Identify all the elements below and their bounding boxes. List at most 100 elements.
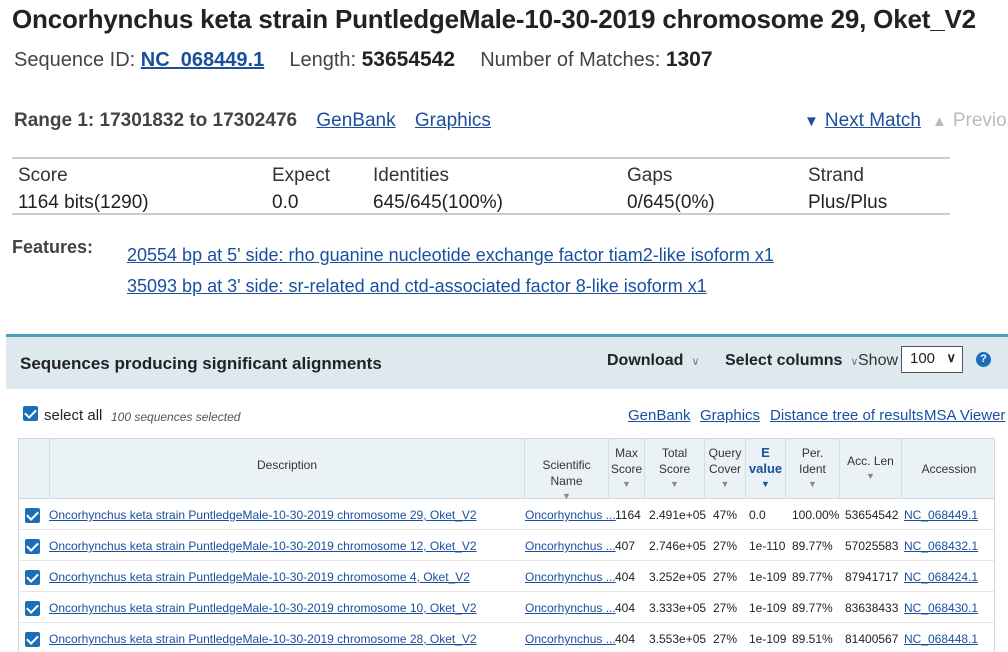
download-menu[interactable]: Download ∨ bbox=[607, 352, 700, 370]
table-row: Oncorhynchus keta strain PuntledgeMale-1… bbox=[19, 530, 994, 561]
col-max-score[interactable]: Max Score ▼ bbox=[608, 439, 644, 499]
query-cover: 27% bbox=[713, 601, 738, 615]
total-score: 3.333e+05 bbox=[649, 601, 707, 615]
triangle-up-icon: ▲ bbox=[932, 113, 947, 130]
range-label: Range 1: 17301832 to 17302476 bbox=[14, 110, 298, 131]
alignments-panel: Sequences producing significant alignmen… bbox=[6, 334, 1008, 652]
acc-len: 87941717 bbox=[845, 570, 899, 584]
sequence-info: Sequence ID: NC_068449.1 Length: 5365454… bbox=[14, 48, 713, 72]
acc-len: 57025583 bbox=[845, 539, 899, 553]
table-row: Oncorhynchus keta strain PuntledgeMale-1… bbox=[19, 592, 994, 623]
acc-len: 53654542 bbox=[845, 508, 899, 522]
description-link[interactable]: Oncorhynchus keta strain PuntledgeMale-1… bbox=[49, 632, 477, 646]
chevron-down-icon: ∨ bbox=[946, 350, 956, 365]
accession-link[interactable]: NC_068449.1 bbox=[904, 508, 978, 522]
matches-value: 1307 bbox=[665, 48, 713, 71]
results-toolbar: select all 100 sequences selected GenBan… bbox=[6, 397, 1008, 433]
e-value: 1e-109 bbox=[749, 570, 787, 584]
query-cover: 27% bbox=[713, 539, 738, 553]
accession-link[interactable]: NC_068430.1 bbox=[904, 601, 978, 615]
row-checkbox[interactable] bbox=[25, 539, 40, 554]
col-description[interactable]: Description bbox=[49, 439, 524, 499]
matches-label: Number of Matches: bbox=[480, 49, 661, 71]
range-graphics-link[interactable]: Graphics bbox=[415, 110, 491, 131]
table-row: Oncorhynchus keta strain PuntledgeMale-1… bbox=[19, 561, 994, 592]
next-match-link[interactable]: ▼ Next Match bbox=[804, 110, 921, 132]
row-checkbox[interactable] bbox=[25, 632, 40, 647]
acc-len: 83638433 bbox=[845, 601, 899, 615]
col-accession[interactable]: Accession bbox=[901, 439, 996, 499]
features-label: Features: bbox=[12, 237, 94, 257]
feature-link-3prime[interactable]: 35093 bp at 3' side: sr-related and ctd-… bbox=[127, 276, 707, 297]
total-score: 2.491e+05 bbox=[649, 508, 707, 522]
scientific-name-link[interactable]: Oncorhynchus ... bbox=[525, 632, 616, 646]
selected-count: 100 sequences selected bbox=[111, 410, 241, 424]
table-row: Oncorhynchus keta strain PuntledgeMale-1… bbox=[19, 623, 994, 652]
table-body: Oncorhynchus keta strain PuntledgeMale-1… bbox=[19, 499, 994, 652]
length-value: 53654542 bbox=[361, 48, 456, 71]
max-score: 404 bbox=[615, 570, 636, 584]
total-score: 3.553e+05 bbox=[649, 632, 707, 646]
accession-link[interactable]: NC_068432.1 bbox=[904, 539, 978, 553]
select-columns-menu[interactable]: Select columns ∨ bbox=[725, 352, 858, 370]
help-icon[interactable]: ? bbox=[976, 352, 991, 367]
previous-match-link[interactable]: ▲ Previo bbox=[932, 110, 1007, 132]
query-cover: 27% bbox=[713, 570, 738, 584]
col-scientific-name[interactable]: Scientific Name ▼ bbox=[524, 439, 608, 501]
col-per-ident[interactable]: Per. Ident ▼ bbox=[785, 439, 839, 499]
genbank-link[interactable]: GenBank bbox=[628, 407, 691, 424]
show-count-select[interactable]: 100 ∨ bbox=[901, 346, 963, 373]
description-link[interactable]: Oncorhynchus keta strain PuntledgeMale-1… bbox=[49, 601, 477, 615]
max-score: 407 bbox=[615, 539, 636, 553]
sort-down-icon: ▼ bbox=[622, 479, 631, 489]
distance-tree-link[interactable]: Distance tree of results bbox=[770, 407, 923, 424]
table-header: Description Scientific Name ▼ Max Score ▼… bbox=[19, 439, 996, 501]
scientific-name-link[interactable]: Oncorhynchus ... bbox=[525, 570, 616, 584]
scientific-name-link[interactable]: Oncorhynchus ... bbox=[525, 601, 616, 615]
feature-link-5prime[interactable]: 20554 bp at 5' side: rho guanine nucleot… bbox=[127, 245, 774, 266]
show-label: Show bbox=[858, 352, 899, 369]
panel-title: Sequences producing significant alignmen… bbox=[20, 354, 382, 373]
query-cover: 27% bbox=[713, 632, 738, 646]
max-score: 404 bbox=[615, 601, 636, 615]
alignment-stats: Score 1164 bits(1290) Expect 0.0 Identit… bbox=[12, 157, 950, 215]
col-total-score[interactable]: Total Score ▼ bbox=[644, 439, 704, 499]
stat-identities: Identities 645/645(100%) bbox=[373, 165, 503, 213]
accession-link[interactable]: NC_068424.1 bbox=[904, 570, 978, 584]
per-ident: 100.00% bbox=[792, 508, 840, 522]
per-ident: 89.77% bbox=[792, 601, 833, 615]
row-checkbox[interactable] bbox=[25, 508, 40, 523]
col-query-cover[interactable]: Query Cover ▼ bbox=[704, 439, 745, 499]
col-acc-len[interactable]: Acc. Len ▼ bbox=[839, 439, 901, 499]
description-link[interactable]: Oncorhynchus keta strain PuntledgeMale-1… bbox=[49, 508, 477, 522]
stat-score: Score 1164 bits(1290) bbox=[18, 165, 149, 213]
sort-down-icon: ▼ bbox=[761, 479, 770, 489]
sort-down-icon: ▼ bbox=[720, 479, 730, 489]
select-all-label: select all bbox=[44, 407, 103, 424]
length-label: Length: bbox=[289, 49, 357, 71]
graphics-link[interactable]: Graphics bbox=[700, 407, 760, 424]
scientific-name-link[interactable]: Oncorhynchus ... bbox=[525, 539, 616, 553]
range-header: Range 1: 17301832 to 17302476 GenBank Gr… bbox=[14, 110, 491, 132]
seq-id-link[interactable]: NC_068449.1 bbox=[141, 49, 264, 71]
select-all-checkbox[interactable] bbox=[23, 406, 38, 421]
stat-strand: Strand Plus/Plus bbox=[808, 165, 888, 213]
max-score: 404 bbox=[615, 632, 636, 646]
row-checkbox[interactable] bbox=[25, 570, 40, 585]
results-table: Description Scientific Name ▼ Max Score ▼… bbox=[18, 438, 995, 652]
stat-expect: Expect 0.0 bbox=[272, 165, 331, 213]
query-cover: 47% bbox=[713, 508, 738, 522]
col-e-value[interactable]: Evalue ▼ bbox=[745, 439, 785, 499]
range-genbank-link[interactable]: GenBank bbox=[316, 110, 395, 131]
row-checkbox[interactable] bbox=[25, 601, 40, 616]
sort-down-icon: ▼ bbox=[670, 479, 679, 489]
scientific-name-link[interactable]: Oncorhynchus ... bbox=[525, 508, 616, 522]
sort-down-icon: ▼ bbox=[808, 479, 817, 489]
col-checkbox-header bbox=[19, 439, 49, 499]
total-score: 3.252e+05 bbox=[649, 570, 707, 584]
accession-link[interactable]: NC_068448.1 bbox=[904, 632, 978, 646]
description-link[interactable]: Oncorhynchus keta strain PuntledgeMale-1… bbox=[49, 570, 470, 584]
description-link[interactable]: Oncorhynchus keta strain PuntledgeMale-1… bbox=[49, 539, 477, 553]
msa-viewer-link[interactable]: MSA Viewer bbox=[924, 407, 1005, 424]
max-score: 1164 bbox=[615, 508, 641, 522]
